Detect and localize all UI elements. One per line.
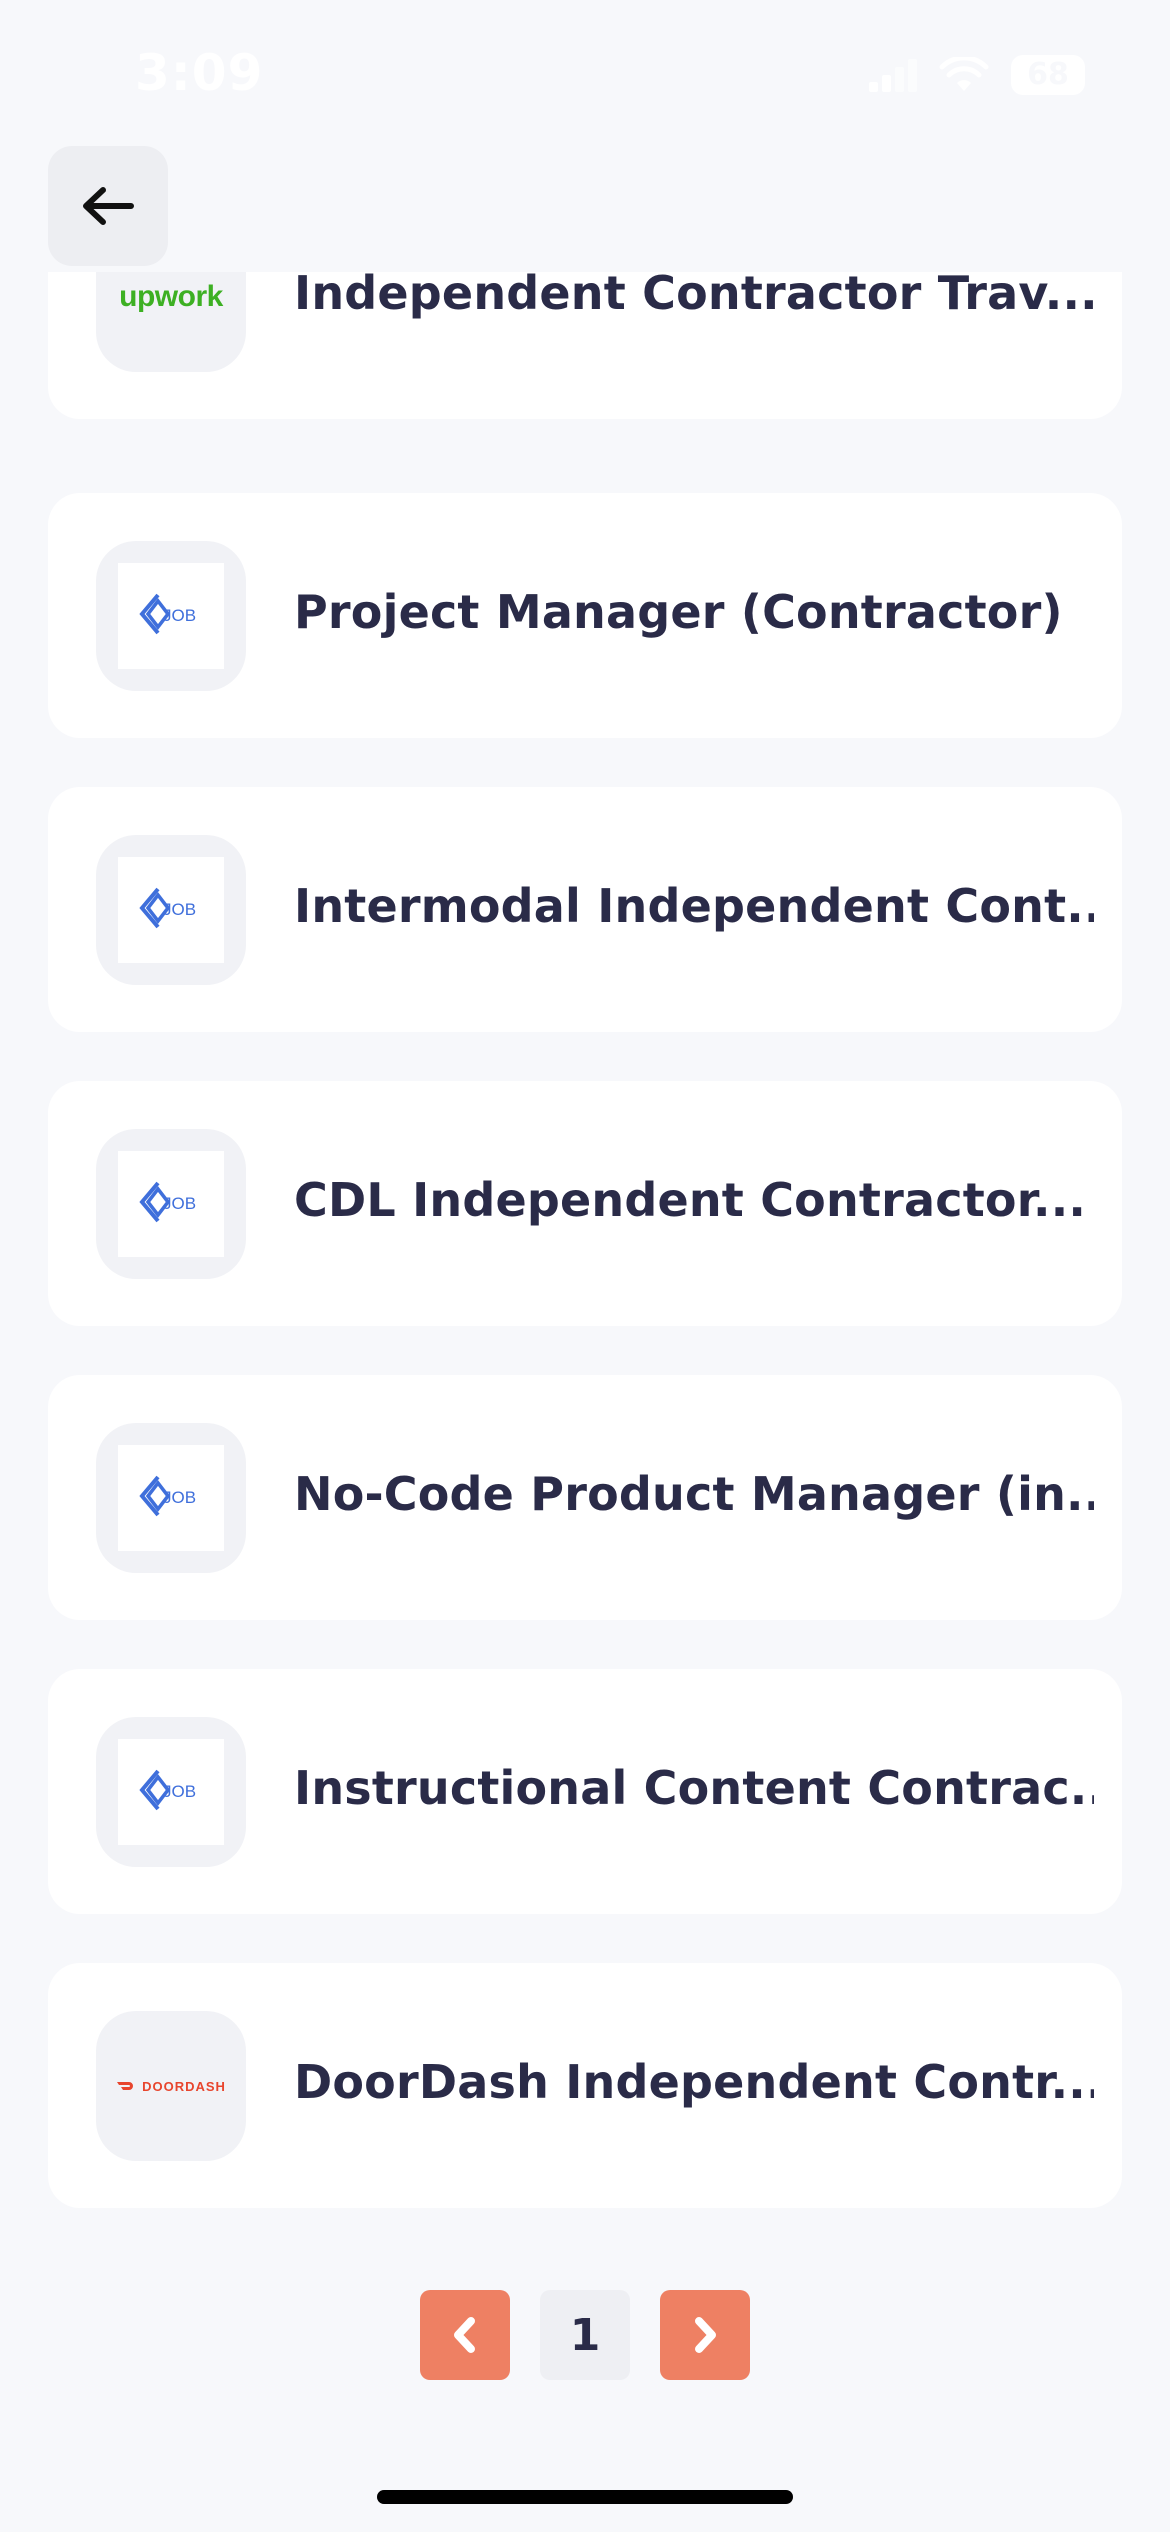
pagination: 1 (0, 2290, 1170, 2380)
svg-text:JOB: JOB (163, 1194, 196, 1213)
job-card[interactable]: JOB Project Manager (Contractor) (48, 493, 1122, 738)
job-card[interactable]: JOB No-Code Product Manager (in... (48, 1375, 1122, 1620)
home-indicator[interactable] (377, 2490, 793, 2504)
job-logo: JOB (118, 1739, 224, 1845)
company-logo: JOB (96, 541, 246, 691)
job-logo: JOB (118, 1445, 224, 1551)
doordash-dash-icon (117, 2082, 134, 2090)
status-icons: 68 (869, 55, 1085, 95)
job-logo-icon: JOB (139, 887, 196, 929)
job-card[interactable]: DOORDASH DoorDash Independent Contr... (48, 1963, 1122, 2208)
next-page-button[interactable] (660, 2290, 750, 2380)
job-title: No-Code Product Manager (in... (294, 1467, 1094, 1521)
cellular-signal-icon (869, 59, 917, 92)
job-title: Independent Contractor Trav... (294, 272, 1094, 320)
status-bar: 3:09 68 (0, 0, 1170, 150)
doordash-logo: DOORDASH (116, 2079, 226, 2094)
company-logo: DOORDASH (96, 2011, 246, 2161)
job-list-screen: upwork Independent Contractor Trav... JO… (0, 0, 1170, 2532)
previous-page-button[interactable] (420, 2290, 510, 2380)
status-time: 3:09 (135, 44, 264, 102)
chevron-left-icon (454, 2317, 475, 2353)
chevron-right-icon (695, 2317, 716, 2353)
wifi-icon (939, 57, 989, 91)
arrow-left-icon (83, 187, 134, 225)
svg-text:JOB: JOB (163, 1782, 196, 1801)
job-title: CDL Independent Contractor... (294, 1173, 1087, 1227)
battery-level: 68 (1027, 57, 1069, 92)
job-list[interactable]: upwork Independent Contractor Trav... JO… (0, 272, 1170, 2272)
job-logo-icon: JOB (139, 593, 196, 635)
job-logo-icon: JOB (139, 1181, 196, 1223)
current-page-number[interactable]: 1 (540, 2290, 630, 2380)
svg-text:JOB: JOB (163, 606, 196, 625)
company-logo: JOB (96, 1717, 246, 1867)
job-card[interactable]: JOB Intermodal Independent Cont... (48, 787, 1122, 1032)
job-title: Project Manager (Contractor) (294, 585, 1063, 639)
job-title: DoorDash Independent Contr... (294, 2055, 1094, 2109)
company-logo: JOB (96, 1129, 246, 1279)
company-logo: JOB (96, 1423, 246, 1573)
company-logo: JOB (96, 835, 246, 985)
job-card[interactable]: JOB Instructional Content Contrac... (48, 1669, 1122, 1914)
svg-text:JOB: JOB (163, 900, 196, 919)
job-logo: JOB (118, 563, 224, 669)
job-title: Instructional Content Contrac... (294, 1761, 1094, 1815)
job-logo-icon: JOB (139, 1769, 196, 1811)
upwork-logo: upwork (119, 280, 223, 313)
svg-text:JOB: JOB (163, 1488, 196, 1507)
company-logo: upwork (96, 272, 246, 372)
job-card[interactable]: upwork Independent Contractor Trav... (48, 272, 1122, 419)
job-title: Intermodal Independent Cont... (294, 879, 1094, 933)
job-logo: JOB (118, 857, 224, 963)
job-card[interactable]: JOB CDL Independent Contractor... (48, 1081, 1122, 1326)
back-button[interactable] (48, 146, 168, 266)
job-logo-icon: JOB (139, 1475, 196, 1517)
battery-icon: 68 (1011, 55, 1085, 95)
job-logo: JOB (118, 1151, 224, 1257)
